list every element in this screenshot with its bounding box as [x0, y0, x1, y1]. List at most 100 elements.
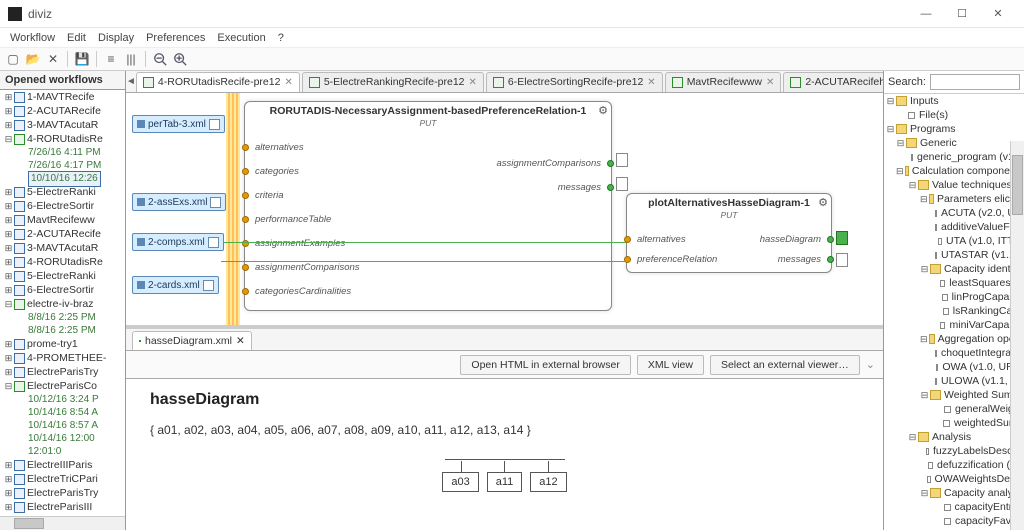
- tree-item[interactable]: choquetIntegral (v: [884, 346, 1024, 360]
- programs-tree[interactable]: ⊟InputsFile(s)⊟Programs⊟Genericgeneric_p…: [884, 94, 1024, 530]
- tree-folder[interactable]: ⊟Value techniques: [884, 178, 1024, 192]
- tab[interactable]: 4-RORUtadisRecife-pre12✕: [136, 72, 300, 92]
- maximize-button[interactable]: ☐: [944, 2, 980, 26]
- tree-item[interactable]: UTA (v1.0, ITTB): [884, 234, 1024, 248]
- input-port[interactable]: categories: [242, 166, 299, 177]
- tree-folder[interactable]: ⊟Inputs: [884, 94, 1024, 108]
- output-port[interactable]: messages: [778, 254, 834, 265]
- output-file-icon[interactable]: [616, 153, 628, 167]
- input-port[interactable]: performanceTable: [242, 214, 331, 225]
- left-scrollbar[interactable]: [0, 516, 125, 530]
- input-port[interactable]: categoriesCardinalities: [242, 286, 351, 297]
- tree-item[interactable]: additiveValueFunct: [884, 220, 1024, 234]
- workflow-item[interactable]: ⊟ElectreParisCo: [0, 379, 125, 393]
- workflow-item[interactable]: ⊞6-ElectreSortir: [0, 199, 125, 213]
- workflow-run[interactable]: 12:01:0: [18, 445, 125, 458]
- tree-item[interactable]: ACUTA (v2.0, UTA: [884, 206, 1024, 220]
- new-icon[interactable]: ▢: [4, 50, 22, 68]
- workflow-item[interactable]: ⊞ElectreParisTry: [0, 486, 125, 500]
- module-rorutadis[interactable]: ⚙ RORUTADIS-NecessaryAssignment-basedPre…: [244, 101, 612, 311]
- output-port[interactable]: messages: [558, 182, 614, 193]
- zoom-in-icon[interactable]: [171, 50, 189, 68]
- tree-item[interactable]: defuzzification (v1.: [884, 458, 1024, 472]
- tree-folder[interactable]: ⊟Capacity identi: [884, 262, 1024, 276]
- tree-folder[interactable]: ⊟Analysis: [884, 430, 1024, 444]
- tree-item[interactable]: miniVarCapaIde: [884, 318, 1024, 332]
- menu-workflow[interactable]: Workflow: [4, 30, 61, 46]
- tree-item[interactable]: weightedSum (: [884, 416, 1024, 430]
- tree-item[interactable]: capacityFavor: [884, 514, 1024, 528]
- tree-item[interactable]: linProgCapaIde: [884, 290, 1024, 304]
- workflow-item[interactable]: ⊞3-MAVTAcutaR: [0, 118, 125, 132]
- input-port[interactable]: assignmentComparisons: [242, 262, 360, 273]
- workflow-tree[interactable]: ⊞1-MAVTRecife⊞2-ACUTARecife⊞3-MAVTAcutaR…: [0, 90, 125, 516]
- close-button[interactable]: ✕: [980, 2, 1016, 26]
- workflow-run[interactable]: 10/12/16 3:24 P: [18, 393, 125, 406]
- tab[interactable]: MavtRecifewww✕: [665, 72, 782, 92]
- tree-folder[interactable]: ⊟Weighted Sum: [884, 388, 1024, 402]
- delete-icon[interactable]: ✕: [44, 50, 62, 68]
- workflow-item[interactable]: ⊞4-PROMETHEE-: [0, 351, 125, 365]
- workflow-run[interactable]: 10/10/16 12:26: [18, 172, 125, 185]
- tab[interactable]: 2-ACUTARecifehsa✕: [783, 72, 883, 92]
- tree-item[interactable]: generic_program (v1.1, loc: [884, 150, 1024, 164]
- menu-edit[interactable]: Edit: [61, 30, 92, 46]
- save-icon[interactable]: 💾: [73, 50, 91, 68]
- open-html-button[interactable]: Open HTML in external browser: [460, 355, 630, 375]
- workflow-item[interactable]: ⊞2-ACUTARecife: [0, 104, 125, 118]
- workflow-item[interactable]: ⊞5-ElectreRanki: [0, 269, 125, 283]
- workflow-run[interactable]: 10/14/16 12:00: [18, 432, 125, 445]
- workflow-item[interactable]: ⊞ElectreParisIII: [0, 500, 125, 514]
- menu-execution[interactable]: Execution: [211, 30, 271, 46]
- workflow-item[interactable]: ⊟electre-iv-braz: [0, 297, 125, 311]
- workflow-item[interactable]: ⊞1-MAVTRecife: [0, 90, 125, 104]
- output-file-icon[interactable]: [616, 177, 628, 191]
- menu-?[interactable]: ?: [272, 30, 290, 46]
- workflow-item[interactable]: ⊟4-RORUtadisRe: [0, 132, 125, 146]
- dropdown-icon[interactable]: ⌄: [866, 358, 875, 371]
- tree-folder[interactable]: ⊟Aggregation opera: [884, 332, 1024, 346]
- menu-preferences[interactable]: Preferences: [140, 30, 211, 46]
- output-port[interactable]: hasseDiagram: [760, 234, 834, 245]
- workflow-item[interactable]: ⊞5-ElectreRanki: [0, 185, 125, 199]
- workflow-item[interactable]: ⊞4-RORUtadisRe: [0, 255, 125, 269]
- gear-icon[interactable]: ⚙: [818, 196, 828, 209]
- workflow-item[interactable]: ⊞prome-try1: [0, 337, 125, 351]
- workflow-item[interactable]: ⊞ElectreTriCPari: [0, 472, 125, 486]
- tree-item[interactable]: ULOWA (v1.1, URV: [884, 374, 1024, 388]
- input-port[interactable]: alternatives: [624, 234, 686, 245]
- tree-folder[interactable]: ⊟Parameters elicitat: [884, 192, 1024, 206]
- workflow-run[interactable]: 10/14/16 8:57 A: [18, 419, 125, 432]
- input-file[interactable]: 2-cards.xml: [132, 276, 219, 294]
- output-port[interactable]: assignmentComparisons: [496, 158, 614, 169]
- align2-icon[interactable]: |||: [122, 50, 140, 68]
- workflow-item[interactable]: ⊞ElectreParisTry: [0, 365, 125, 379]
- input-port[interactable]: alternatives: [242, 142, 304, 153]
- workflow-run[interactable]: 8/8/16 2:25 PM: [18, 324, 125, 337]
- input-file[interactable]: 2-comps.xml: [132, 233, 224, 251]
- workflow-run[interactable]: 8/8/16 2:25 PM: [18, 311, 125, 324]
- tree-item[interactable]: OWA (v1.0, URV): [884, 360, 1024, 374]
- workflow-run[interactable]: 7/26/16 4:11 PM: [18, 146, 125, 159]
- input-file[interactable]: perTab-3.xml: [132, 115, 225, 133]
- tree-item[interactable]: leastSquaresCa: [884, 276, 1024, 290]
- tree-item[interactable]: fuzzyLabelsDescrip: [884, 444, 1024, 458]
- tree-folder[interactable]: ⊟Generic: [884, 136, 1024, 150]
- right-scrollbar[interactable]: [1010, 141, 1024, 530]
- external-viewer-button[interactable]: Select an external viewer…: [710, 355, 860, 375]
- tree-folder[interactable]: ⊟Programs: [884, 122, 1024, 136]
- xml-view-button[interactable]: XML view: [637, 355, 704, 375]
- zoom-out-icon[interactable]: [151, 50, 169, 68]
- input-port[interactable]: criteria: [242, 190, 284, 201]
- tree-item[interactable]: generalWeight: [884, 402, 1024, 416]
- tree-item[interactable]: lsRankingCapa: [884, 304, 1024, 318]
- tree-folder[interactable]: ⊟Capacity analy: [884, 486, 1024, 500]
- workflow-canvas[interactable]: ⚙ RORUTADIS-NecessaryAssignment-basedPre…: [126, 93, 883, 325]
- workflow-run[interactable]: 10/14/16 8:54 A: [18, 406, 125, 419]
- tab[interactable]: 6-ElectreSortingRecife-pre12✕: [486, 72, 663, 92]
- tree-folder[interactable]: ⊟Calculation components: [884, 164, 1024, 178]
- workflow-item[interactable]: ⊞MavtRecifeww: [0, 213, 125, 227]
- align-icon[interactable]: ≡: [102, 50, 120, 68]
- workflow-item[interactable]: ⊞6-ElectreSortir: [0, 283, 125, 297]
- output-file-icon[interactable]: [836, 253, 848, 267]
